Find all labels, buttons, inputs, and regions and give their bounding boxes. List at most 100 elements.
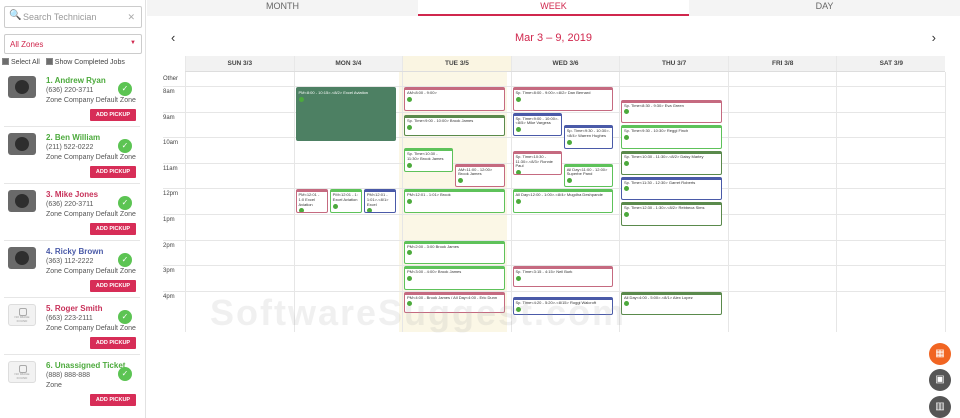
tab-day[interactable]: DAY	[689, 0, 960, 16]
calendar-event[interactable]: PM<12:01 - 1:01> Brook	[404, 189, 505, 213]
check-circle-icon	[624, 134, 629, 140]
add-pickup-button[interactable]: ADD PICKUP	[90, 166, 136, 178]
day-header: WED 3/6	[510, 56, 620, 71]
event-text: Sp. Time<3:15 - 4:15> Neil Burk	[515, 269, 573, 275]
check-circle-icon	[407, 250, 412, 256]
calendar-event[interactable]: Sp. Time<8:00 - 9:00>-<8/2> Dan Bernard	[512, 87, 613, 111]
calendar-event[interactable]: PM<12:01 - 1: Excel Aviation	[329, 189, 362, 213]
calendar-event[interactable]: PM<12:01 - 1:0 Excel Aviation	[295, 189, 328, 213]
add-pickup-button[interactable]: ADD PICKUP	[90, 109, 136, 121]
check-circle-icon	[332, 203, 338, 209]
hour-label: 10am	[163, 140, 179, 147]
tab-month[interactable]: MONTH	[147, 0, 418, 16]
check-circle-icon: ✓	[118, 367, 132, 381]
technician-zone: Zone Company Default Zone	[46, 154, 136, 161]
check-circle-icon	[407, 96, 412, 102]
date-range-title: Mar 3 – 9, 2019	[514, 32, 593, 44]
technician-card[interactable]: 1. Andrew Ryan (636) 220-3711 Zone Compa…	[4, 70, 140, 127]
calendar-event[interactable]: PM<2:00 - 3:00 Brook James	[404, 240, 505, 265]
event-text: Sp. Time<9:00 - 10:00>-<8/5> Mike Varges…	[515, 115, 559, 126]
calendar-event[interactable]: Sp. Time<8:30 - 9:30> Eva Green	[621, 99, 722, 124]
week-calendar: SUN 3/3 MON 3/4 TUE 3/5 WED 3/6 THU 3/7 FRI 3…	[163, 56, 946, 332]
calendar-event[interactable]: Sp. Time<10:30 - 11:30>-<8/2> Daisy Marl…	[621, 151, 722, 175]
calendar-event[interactable]: Sp. Time<9:00 - 10:00>-<8/5> Mike Varges…	[512, 112, 562, 137]
day-header: THU 3/7	[619, 56, 728, 71]
technician-phone: (211) 522-0222	[46, 144, 94, 151]
day-gridline	[185, 72, 186, 332]
calendar-event[interactable]: All Day<11:00 - 12:00> Superbe Pand	[563, 163, 613, 188]
chevron-right-icon[interactable]: ›	[932, 30, 936, 45]
technician-card[interactable]: NO IMAGE FOUND 6. Unassigned Ticket (888…	[4, 355, 140, 412]
calendar-event[interactable]: Sp. Time<9:30 - 10:30>-<8/4> Warren Hugh…	[563, 125, 613, 149]
technician-name: 3. Mike Jones	[46, 190, 99, 199]
calendar-event[interactable]: PM<8:00 - 10:15>-<8/2> Excel Aviation	[295, 87, 396, 142]
calendar-event[interactable]: AM<11:00 - 12:00> Brook James	[455, 163, 505, 188]
event-text: Sp. Time<9:30 - 10:30> Reggi Finch	[624, 128, 689, 134]
calendar-event[interactable]: Sp. Time<10:30 - 11:30> Brook James	[404, 148, 454, 173]
no-image-avatar: NO IMAGE FOUND	[8, 304, 36, 326]
hour-label: 11am	[163, 165, 178, 172]
check-circle-icon	[515, 126, 521, 132]
chevron-down-icon: ▼	[130, 40, 136, 46]
day-header: SUN 3/3	[185, 56, 294, 71]
calendar-event[interactable]: Sp. Time<10:30 - 11:30>-<8/3> Ronnie Pau…	[512, 151, 562, 175]
calendar-event[interactable]: AM<8:00 - 9:00>	[404, 87, 505, 111]
day-gridline	[944, 72, 946, 332]
technician-name: 6. Unassigned Ticket	[46, 361, 126, 370]
select-all-checkbox[interactable]: Select All	[2, 58, 40, 66]
calendar-icon[interactable]: ▦	[929, 343, 951, 365]
calendar-event[interactable]: Sp. Time<9:00 - 10:00> Brook James	[404, 115, 505, 137]
add-pickup-button[interactable]: ADD PICKUP	[90, 394, 136, 406]
hour-label: 9am	[163, 114, 175, 121]
technician-card[interactable]: NO IMAGE FOUND 5. Roger Smith (663) 223-…	[4, 298, 140, 355]
technician-phone: (888) 888-888	[46, 372, 90, 379]
zone-select-value: All Zones	[10, 40, 44, 49]
add-pickup-button[interactable]: ADD PICKUP	[90, 280, 136, 292]
calendar-event[interactable]: Sp. Time<11:30 - 12:30> Garret Roberts	[621, 176, 722, 201]
chart-icon[interactable]: ▥	[929, 396, 951, 418]
check-circle-icon	[624, 160, 629, 166]
calendar-event[interactable]: Sp. Time<3:15 - 4:15> Neil Burk	[512, 266, 613, 288]
hour-label: Other	[163, 76, 179, 82]
event-text: PM<3:00 - 4:00> Brook James	[407, 269, 462, 275]
event-text: Sp. Time<10:30 - 11:30> Brook James	[407, 151, 444, 162]
calendar-event[interactable]: PM<3:00 - 4:00> Brook James	[404, 266, 505, 290]
calendar-event[interactable]: Sp. Time<12:30 - 1:30>-<8/2> Rebbeca Sim…	[621, 202, 722, 226]
event-text: Sp. Time<12:30 - 1:30>-<8/2> Rebbeca Sim…	[624, 205, 705, 211]
calendar-event[interactable]: All Day<12:00 - 1:00>-<8/4> Mugdha Deshp…	[512, 189, 613, 213]
add-pickup-button[interactable]: ADD PICKUP	[90, 337, 136, 349]
check-circle-icon	[298, 96, 304, 102]
calendar-event[interactable]: All Day<4:00 - 5:00>-<8/1> Alex Lopez	[621, 291, 722, 316]
event-text: Sp. Time<8:30 - 9:30> Eva Green	[624, 102, 684, 108]
avatar	[8, 190, 36, 212]
day-header: TUE 3/5	[402, 56, 511, 71]
clear-icon[interactable]: ✕	[127, 12, 135, 23]
technician-card[interactable]: 4. Ricky Brown (363) 112-2222 Zone Compa…	[4, 241, 140, 298]
hour-label: 2pm	[163, 242, 175, 249]
technician-card[interactable]: 3. Mike Jones (636) 220-3711 Zone Compan…	[4, 184, 140, 241]
event-text: Sp. Time<9:00 - 10:00> Brook James	[407, 118, 474, 124]
tab-week[interactable]: WEEK	[418, 0, 689, 16]
check-circle-icon: ✓	[118, 253, 132, 267]
technician-phone: (636) 220-3711	[46, 201, 94, 208]
calendar-event[interactable]: PM<12:01 - 1:01>-<8/1> Excel	[363, 189, 396, 213]
event-text: Sp. Time<11:30 - 12:30> Garret Roberts	[624, 179, 696, 185]
show-completed-checkbox[interactable]: Show Completed Jobs	[45, 58, 125, 66]
event-text: PM<12:01 - 1: Excel Aviation	[332, 192, 358, 202]
add-pickup-button[interactable]: ADD PICKUP	[90, 223, 136, 235]
search-input[interactable]	[23, 12, 123, 22]
hour-label: 8am	[163, 89, 175, 95]
calendar-event[interactable]: Sp. Time<9:30 - 10:30> Reggi Finch	[621, 125, 722, 149]
check-circle-icon	[298, 208, 304, 213]
avatar	[8, 247, 36, 269]
event-text: All Day<12:00 - 1:00>-<8/4> Mugdha Deshp…	[515, 192, 603, 198]
technician-zone: Zone Company Default Zone	[46, 268, 136, 275]
zone-select[interactable]: All Zones ▼	[4, 34, 142, 54]
technician-card[interactable]: 2. Ben William (211) 522-0222 Zone Compa…	[4, 127, 140, 184]
search-box[interactable]: 🔍 ✕	[4, 6, 142, 28]
event-text: Sp. Time<10:30 - 11:30>-<8/3> Ronnie Pau…	[515, 154, 553, 169]
hour-gridline	[163, 214, 945, 215]
avatar	[8, 133, 36, 155]
check-circle-icon: ✓	[118, 196, 132, 210]
map-icon[interactable]: ▣	[929, 369, 951, 391]
